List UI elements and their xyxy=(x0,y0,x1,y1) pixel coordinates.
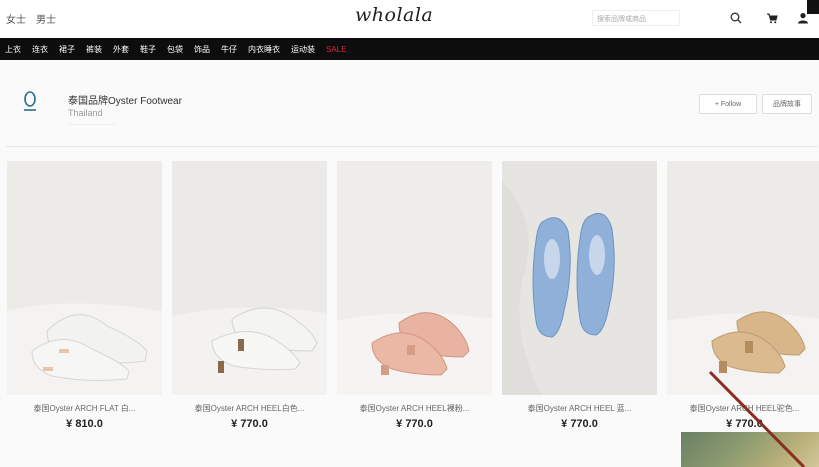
product-card[interactable]: 泰国Oyster ARCH FLAT 白... ¥ 810.0 xyxy=(7,161,162,438)
category-nav: 上衣 连衣 裙子 裤装 外套 鞋子 包袋 饰品 牛仔 内衣睡衣 运动装 SALE xyxy=(0,38,819,60)
brand-name: 泰国品牌Oyster Footwear xyxy=(68,96,182,107)
follow-button[interactable]: + Follow xyxy=(699,94,757,114)
product-price: ¥ 770.0 xyxy=(561,418,598,430)
product-image[interactable] xyxy=(7,161,162,395)
product-price: ¥ 770.0 xyxy=(231,418,268,430)
category-item[interactable]: 内衣睡衣 xyxy=(248,44,280,55)
product-price: ¥ 810.0 xyxy=(66,418,103,430)
brand-country: Thailand xyxy=(68,108,103,118)
search-input[interactable]: 搜索品牌或商品 xyxy=(592,10,680,26)
product-name[interactable]: 泰国Oyster ARCH HEEL裸粉... xyxy=(337,403,492,414)
category-item[interactable]: 连衣 xyxy=(32,44,48,55)
product-card[interactable]: 泰国Oyster ARCH HEEL裸粉... ¥ 770.0 xyxy=(337,161,492,438)
tab-women[interactable]: 女士 xyxy=(6,11,26,26)
product-name[interactable]: 泰国Oyster ARCH HEEL 蓝... xyxy=(502,403,657,414)
section-divider xyxy=(6,146,818,147)
top-header: 女士 男士 wholala 搜索品牌或商品 xyxy=(0,0,819,38)
product-image[interactable] xyxy=(337,161,492,395)
brand-header: 泰国品牌Oyster Footwear Thailand + Follow 品牌… xyxy=(0,70,819,142)
gender-tabs: 女士 男士 xyxy=(6,11,56,26)
product-card[interactable]: 泰国Oyster ARCH HEEL 蓝... ¥ 770.0 xyxy=(502,161,657,438)
product-image[interactable] xyxy=(667,161,819,395)
category-item[interactable]: 鞋子 xyxy=(140,44,156,55)
product-name[interactable]: 泰国Oyster ARCH HEEL白色... xyxy=(172,403,327,414)
tab-men[interactable]: 男士 xyxy=(36,11,56,26)
brand-story-button[interactable]: 品牌故事 xyxy=(762,94,812,114)
corner-mark xyxy=(807,0,819,14)
page: 女士 男士 wholala 搜索品牌或商品 上衣 连衣 裙子 裤装 外套 鞋子 … xyxy=(0,0,819,467)
category-item[interactable]: 运动装 xyxy=(291,44,315,55)
product-card[interactable]: 泰国Oyster ARCH HEEL白色... ¥ 770.0 xyxy=(172,161,327,438)
brand-logo-icon xyxy=(24,91,36,111)
product-name[interactable]: 泰国Oyster ARCH FLAT 白... xyxy=(7,403,162,414)
site-logo[interactable]: wholala xyxy=(355,4,433,26)
category-item-sale[interactable]: SALE xyxy=(326,45,346,54)
brand-underline xyxy=(68,124,116,125)
category-item[interactable]: 上衣 xyxy=(5,44,21,55)
search-icon[interactable] xyxy=(727,8,745,28)
category-item[interactable]: 牛仔 xyxy=(221,44,237,55)
annotation-stroke xyxy=(708,370,806,467)
product-price: ¥ 770.0 xyxy=(396,418,433,430)
category-item[interactable]: 裙子 xyxy=(59,44,75,55)
category-item[interactable]: 裤装 xyxy=(86,44,102,55)
product-image[interactable] xyxy=(502,161,657,395)
category-item[interactable]: 外套 xyxy=(113,44,129,55)
cart-icon[interactable] xyxy=(763,8,781,28)
product-image[interactable] xyxy=(172,161,327,395)
category-item[interactable]: 包袋 xyxy=(167,44,183,55)
category-item[interactable]: 饰品 xyxy=(194,44,210,55)
